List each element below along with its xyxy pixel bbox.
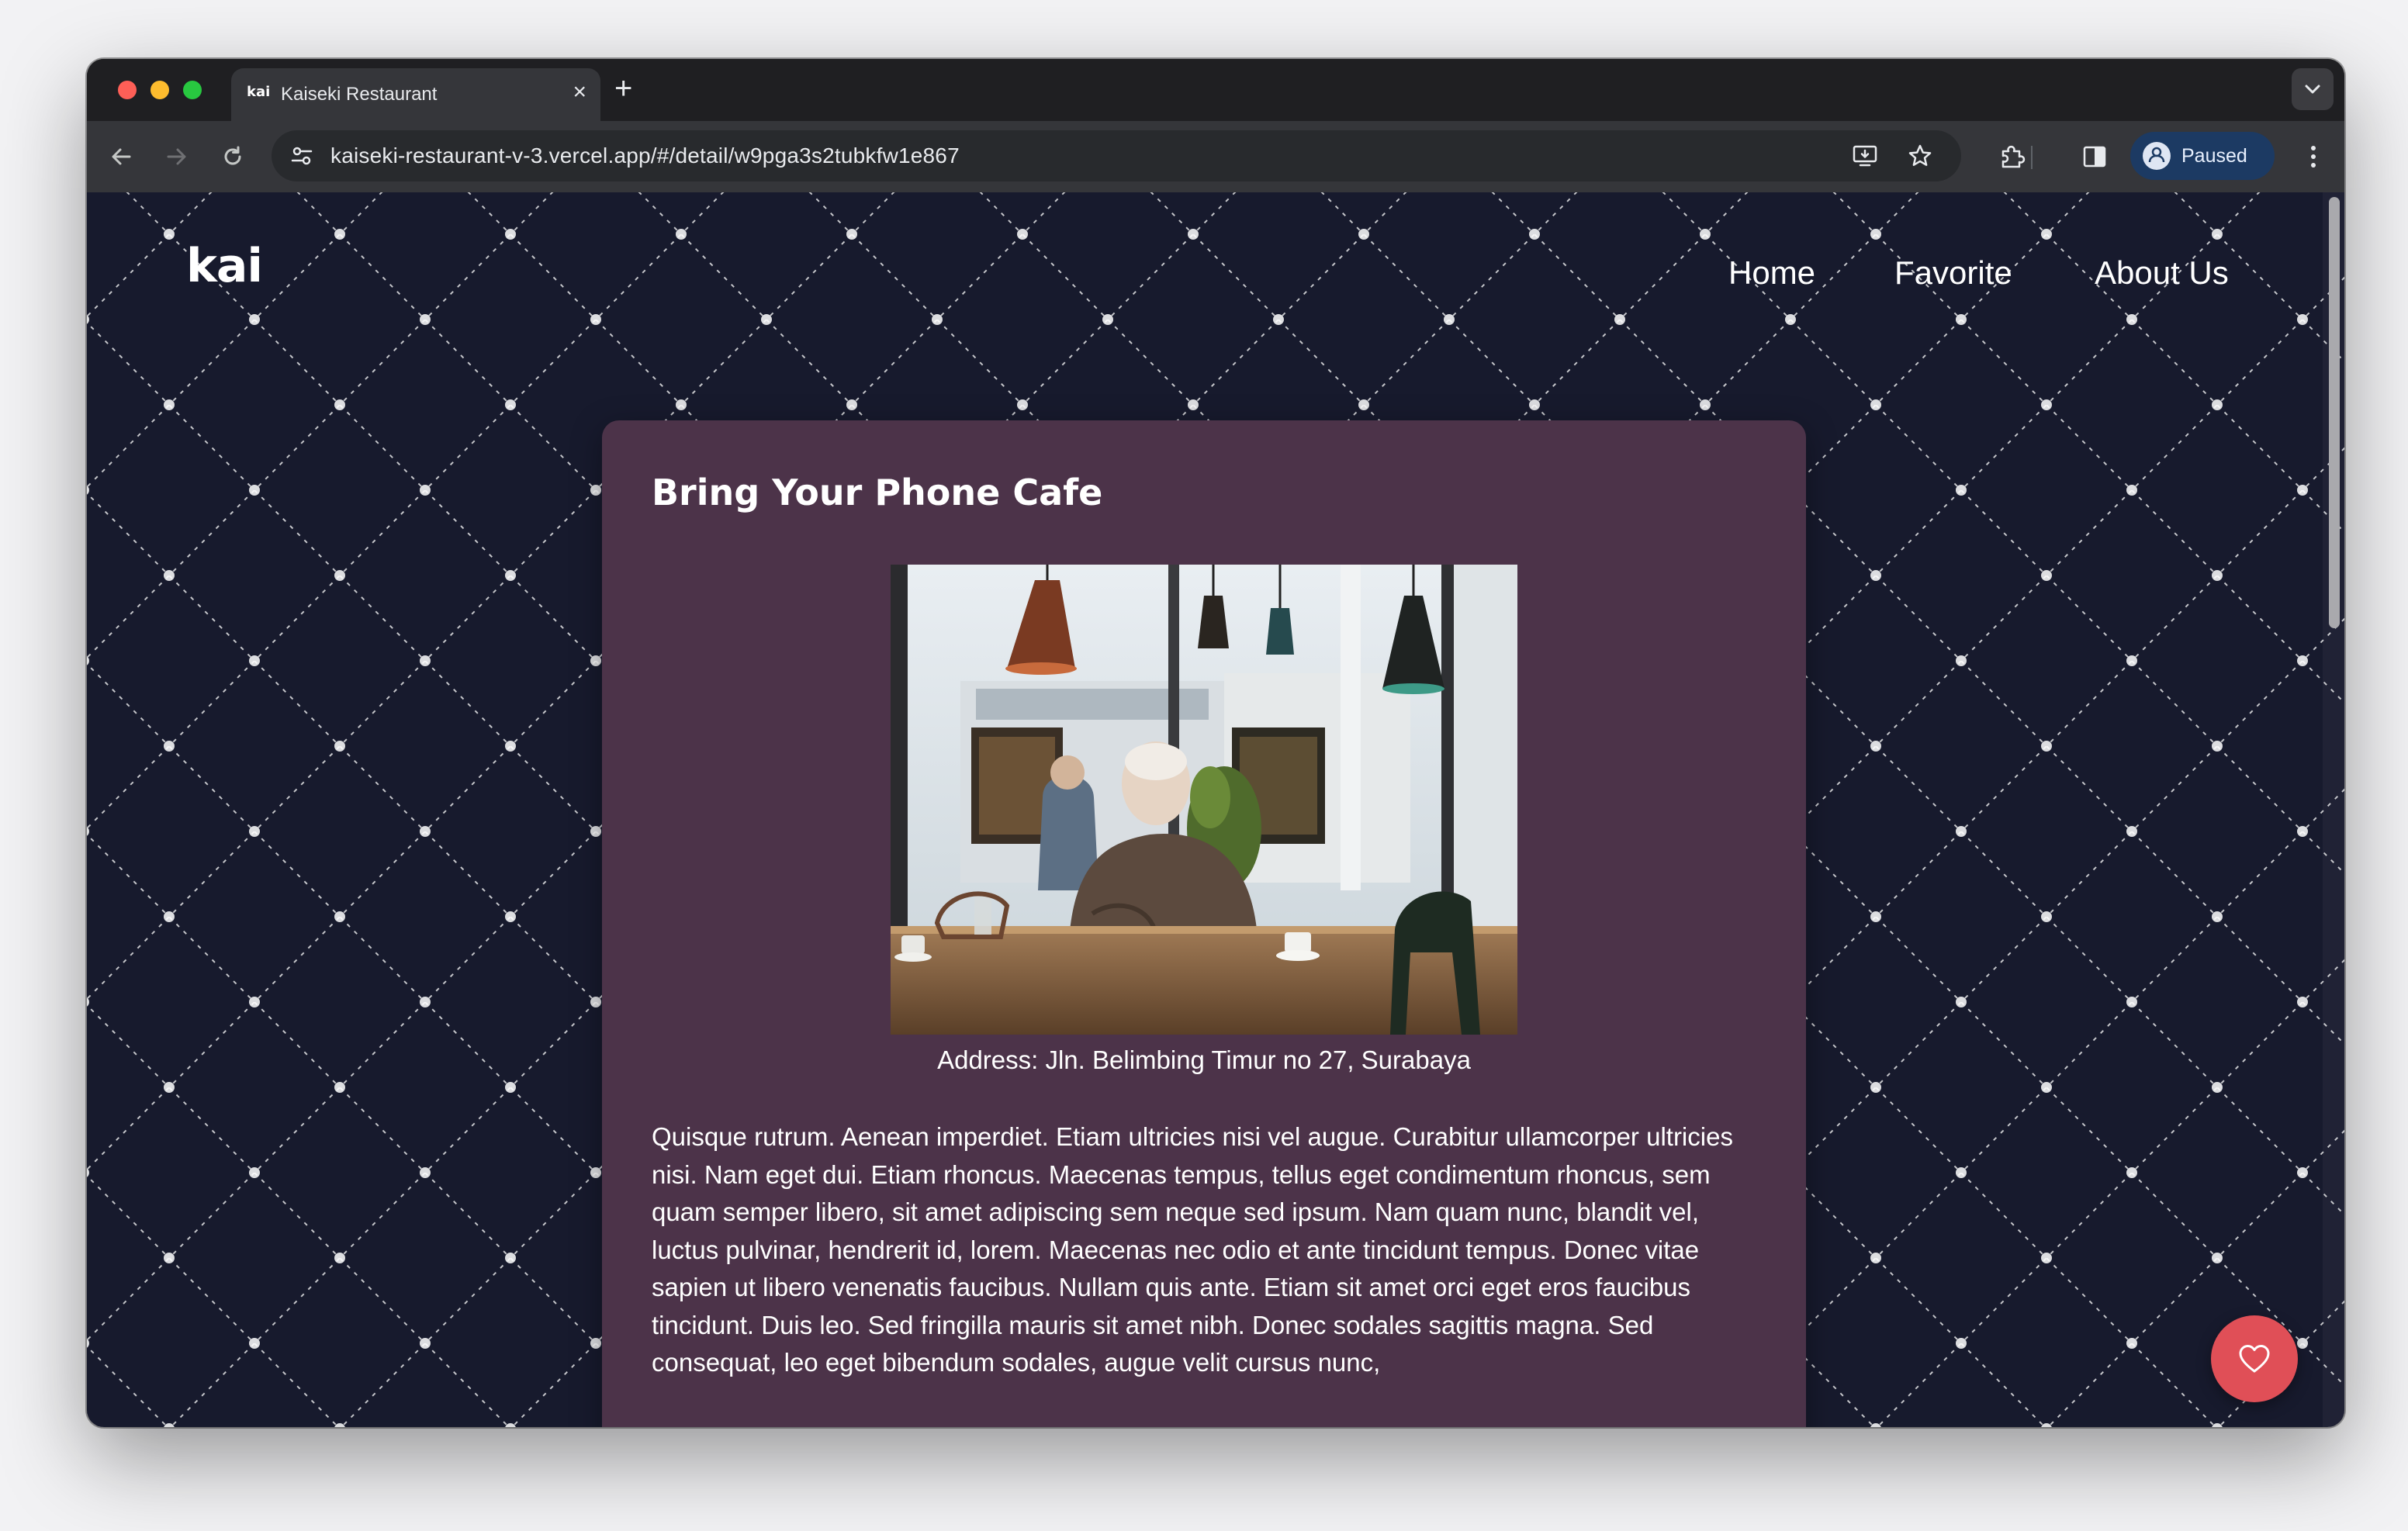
page-scrollbar[interactable]	[2323, 192, 2344, 1427]
profile-status-label: Paused	[2181, 145, 2247, 167]
address-bar[interactable]: kaiseki-restaurant-v-3.vercel.app/#/deta…	[272, 130, 1961, 181]
forward-button[interactable]	[157, 137, 197, 177]
install-app-button[interactable]	[1846, 137, 1885, 175]
nav-favorite-link[interactable]: Favorite	[1894, 254, 2012, 292]
toolbar-separator	[2031, 146, 2033, 169]
restaurant-address: Address: Jln. Belimbing Timur no 27, Sur…	[937, 1045, 1471, 1074]
side-panel-icon	[2083, 146, 2106, 168]
restaurant-photo	[891, 565, 1517, 1035]
install-app-icon	[1853, 145, 1877, 167]
reload-icon	[224, 146, 241, 165]
tab-title: Kaiseki Restaurant	[281, 84, 438, 105]
restaurant-detail-card: Bring Your Phone Cafe Address: Jln. Beli…	[602, 420, 1806, 1427]
tab-search-button[interactable]	[2292, 68, 2334, 110]
browser-menu-button[interactable]	[2298, 137, 2329, 177]
puzzle-icon	[2001, 145, 2026, 168]
new-tab-button[interactable]: +	[614, 71, 632, 105]
site-logo[interactable]: kai	[186, 239, 263, 293]
profile-button[interactable]: Paused	[2130, 132, 2275, 180]
kebab-menu-icon	[2311, 146, 2316, 168]
site-info-button[interactable]	[282, 137, 321, 175]
tune-icon	[291, 147, 313, 165]
minimize-window-button[interactable]	[150, 81, 169, 99]
page-viewport: kai Home Favorite About Us Bring Your Ph…	[87, 192, 2344, 1427]
favicon-icon: kai	[247, 84, 271, 100]
browser-toolbar: kaiseki-restaurant-v-3.vercel.app/#/deta…	[87, 121, 2344, 192]
side-panel-button[interactable]	[2074, 137, 2115, 177]
back-button[interactable]	[101, 137, 141, 177]
close-window-button[interactable]	[118, 81, 137, 99]
url-text[interactable]: kaiseki-restaurant-v-3.vercel.app/#/deta…	[330, 143, 960, 168]
bookmark-button[interactable]	[1901, 137, 1939, 175]
tab-strip: kai Kaiseki Restaurant × +	[87, 59, 2344, 121]
forward-arrow-icon	[167, 148, 186, 165]
avatar-icon	[2143, 142, 2171, 170]
favorite-button[interactable]	[2211, 1315, 2298, 1402]
tab-close-button[interactable]: ×	[573, 79, 586, 105]
tab-kaiseki-restaurant[interactable]: kai Kaiseki Restaurant ×	[231, 68, 600, 121]
browser-window: kai Kaiseki Restaurant × + kaiseki-resta…	[87, 59, 2344, 1427]
nav-about-link[interactable]: About Us	[2095, 254, 2229, 292]
back-arrow-icon	[112, 148, 131, 165]
chevron-down-icon	[2305, 85, 2320, 94]
extensions-button[interactable]	[1992, 137, 2033, 177]
restaurant-name: Bring Your Phone Cafe	[652, 472, 1103, 513]
scrollbar-thumb[interactable]	[2329, 197, 2340, 628]
maximize-window-button[interactable]	[183, 81, 202, 99]
nav-home-link[interactable]: Home	[1728, 254, 1815, 292]
heart-outline-icon	[2239, 1345, 2270, 1373]
star-icon	[1908, 144, 1932, 166]
restaurant-description: Quisque rutrum. Aenean imperdiet. Etiam …	[652, 1122, 1733, 1377]
reload-button[interactable]	[213, 137, 253, 177]
